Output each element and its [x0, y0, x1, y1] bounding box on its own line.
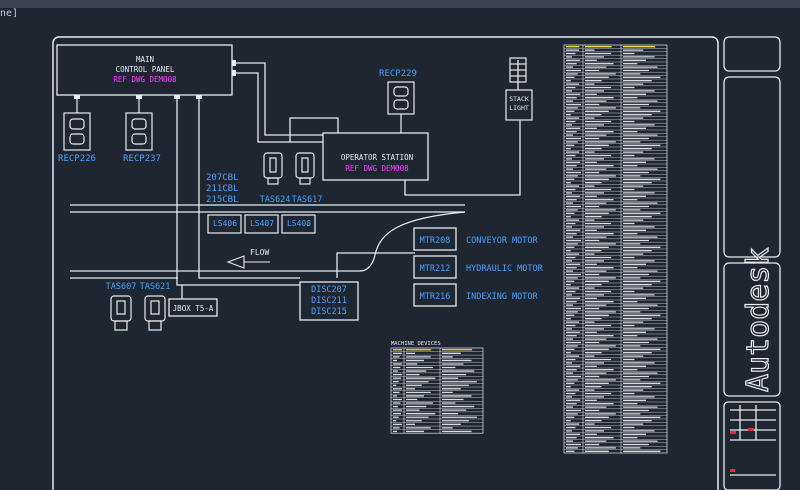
sensor-tas624[interactable]: [263, 152, 283, 185]
ls406-label: LS406: [213, 219, 237, 228]
cable-label: 207CBL: [206, 173, 239, 183]
ls408-label: LS408: [287, 219, 311, 228]
mtr208-tag: MTR208: [420, 236, 451, 246]
recp226-label: RECP226: [58, 154, 96, 164]
disc-label: DISC211: [311, 296, 347, 306]
flow-label: FLOW: [250, 248, 269, 257]
tas617-label: TAS617: [292, 195, 323, 205]
mtr216-name: INDEXING MOTOR: [466, 292, 539, 302]
operator-station-ref: REF DWG DEMO08: [345, 164, 409, 173]
sensor-tas607[interactable]: [110, 295, 132, 331]
stack-light-label: STACK: [509, 95, 529, 103]
tas621-label: TAS621: [140, 282, 171, 292]
mtr208-name: CONVEYOR MOTOR: [466, 236, 539, 246]
receptacle-recp226[interactable]: [63, 99, 91, 151]
autocad-drawing-window: ne] Autodesk MAIN CONTROL PANEL REF DWG …: [0, 0, 800, 490]
machine-devices-title: MACHINE DEVICES: [391, 341, 441, 347]
autodesk-logo: Autodesk: [741, 248, 776, 393]
tas607-label: TAS607: [106, 282, 137, 292]
main-panel-subtitle: CONTROL PANEL: [116, 65, 175, 74]
receptacle-recp237[interactable]: [125, 99, 153, 151]
title-block-red-marks: [730, 428, 754, 472]
device-list-table[interactable]: [563, 44, 668, 454]
mtr212-name: HYDRAULIC MOTOR: [466, 264, 544, 274]
mtr212-tag: MTR212: [420, 264, 451, 274]
disc-label: DISC207: [311, 285, 347, 295]
flow-arrow-icon: [226, 255, 270, 269]
recp237-label: RECP237: [123, 154, 161, 164]
cable-label: 215CBL: [206, 195, 239, 205]
receptacle-recp229[interactable]: [387, 81, 415, 133]
recp229-label: RECP229: [379, 69, 417, 79]
sensor-tas621[interactable]: [144, 295, 166, 331]
cable-label: 211CBL: [206, 184, 239, 194]
ls407-label: LS407: [250, 219, 274, 228]
main-panel-ref: REF DWG DEMO08: [113, 75, 177, 84]
sensor-tas617[interactable]: [295, 152, 315, 185]
machine-devices-table[interactable]: [390, 347, 484, 434]
mtr216-tag: MTR216: [420, 292, 451, 302]
jbox-label: JBOX T5-A: [173, 304, 214, 313]
sheet-border: [52, 36, 719, 490]
stack-light-label-2: LIGHT: [509, 104, 529, 112]
conveyor-outline: [70, 204, 466, 279]
disc-label: DISC215: [311, 307, 347, 317]
drawing-canvas[interactable]: Autodesk MAIN CONTROL PANEL REF DWG DEMO…: [0, 0, 800, 490]
tas624-label: TAS624: [260, 195, 291, 205]
main-panel-title: MAIN: [136, 55, 154, 64]
operator-station-label: OPERATOR STATION: [341, 153, 413, 162]
